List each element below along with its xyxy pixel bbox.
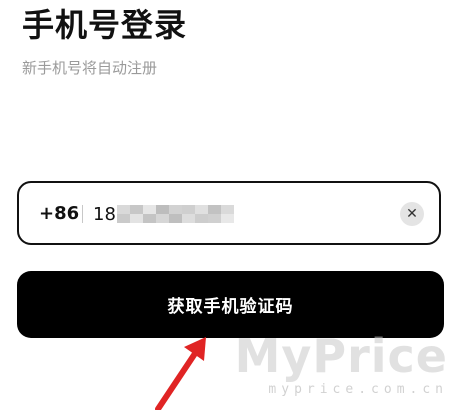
mosaic-cell: [169, 205, 182, 214]
mosaic-cell: [117, 205, 130, 214]
mosaic-cell: [156, 214, 169, 223]
watermark-domain: myprice.com.cn: [268, 382, 448, 397]
red-arrow-icon: [155, 337, 206, 410]
login-screen: 手机号登录 新手机号将自动注册 +86 ✕ 获取手机验证码 MyPrice my…: [0, 0, 460, 410]
mosaic-cell: [169, 214, 182, 223]
mosaic-cell: [195, 214, 208, 223]
mosaic-cell: [130, 214, 143, 223]
mosaic-cell: [117, 214, 130, 223]
watermark-brand: MyPrice: [234, 329, 448, 383]
mosaic-cell: [208, 214, 221, 223]
mosaic-cell: [143, 205, 156, 214]
mosaic-cell: [208, 205, 221, 214]
mosaic-cell: [221, 205, 234, 214]
mosaic-cell: [130, 205, 143, 214]
page-subtitle: 新手机号将自动注册: [22, 59, 158, 77]
mosaic-cell: [195, 205, 208, 214]
mosaic-cell: [182, 205, 195, 214]
get-verification-code-button[interactable]: 获取手机验证码: [17, 271, 444, 338]
page-title: 手机号登录: [22, 6, 188, 44]
close-circle-icon[interactable]: ✕: [400, 202, 424, 226]
mosaic-cell: [221, 214, 234, 223]
field-divider: [82, 205, 83, 223]
phone-input-field[interactable]: +86 ✕: [17, 181, 441, 245]
country-code[interactable]: +86: [39, 203, 79, 225]
mosaic-cell: [156, 205, 169, 214]
mosaic-cell: [182, 214, 195, 223]
mosaic-cell: [143, 214, 156, 223]
watermark: MyPrice myprice.com.cn: [235, 330, 448, 398]
masked-digits: [117, 205, 234, 223]
